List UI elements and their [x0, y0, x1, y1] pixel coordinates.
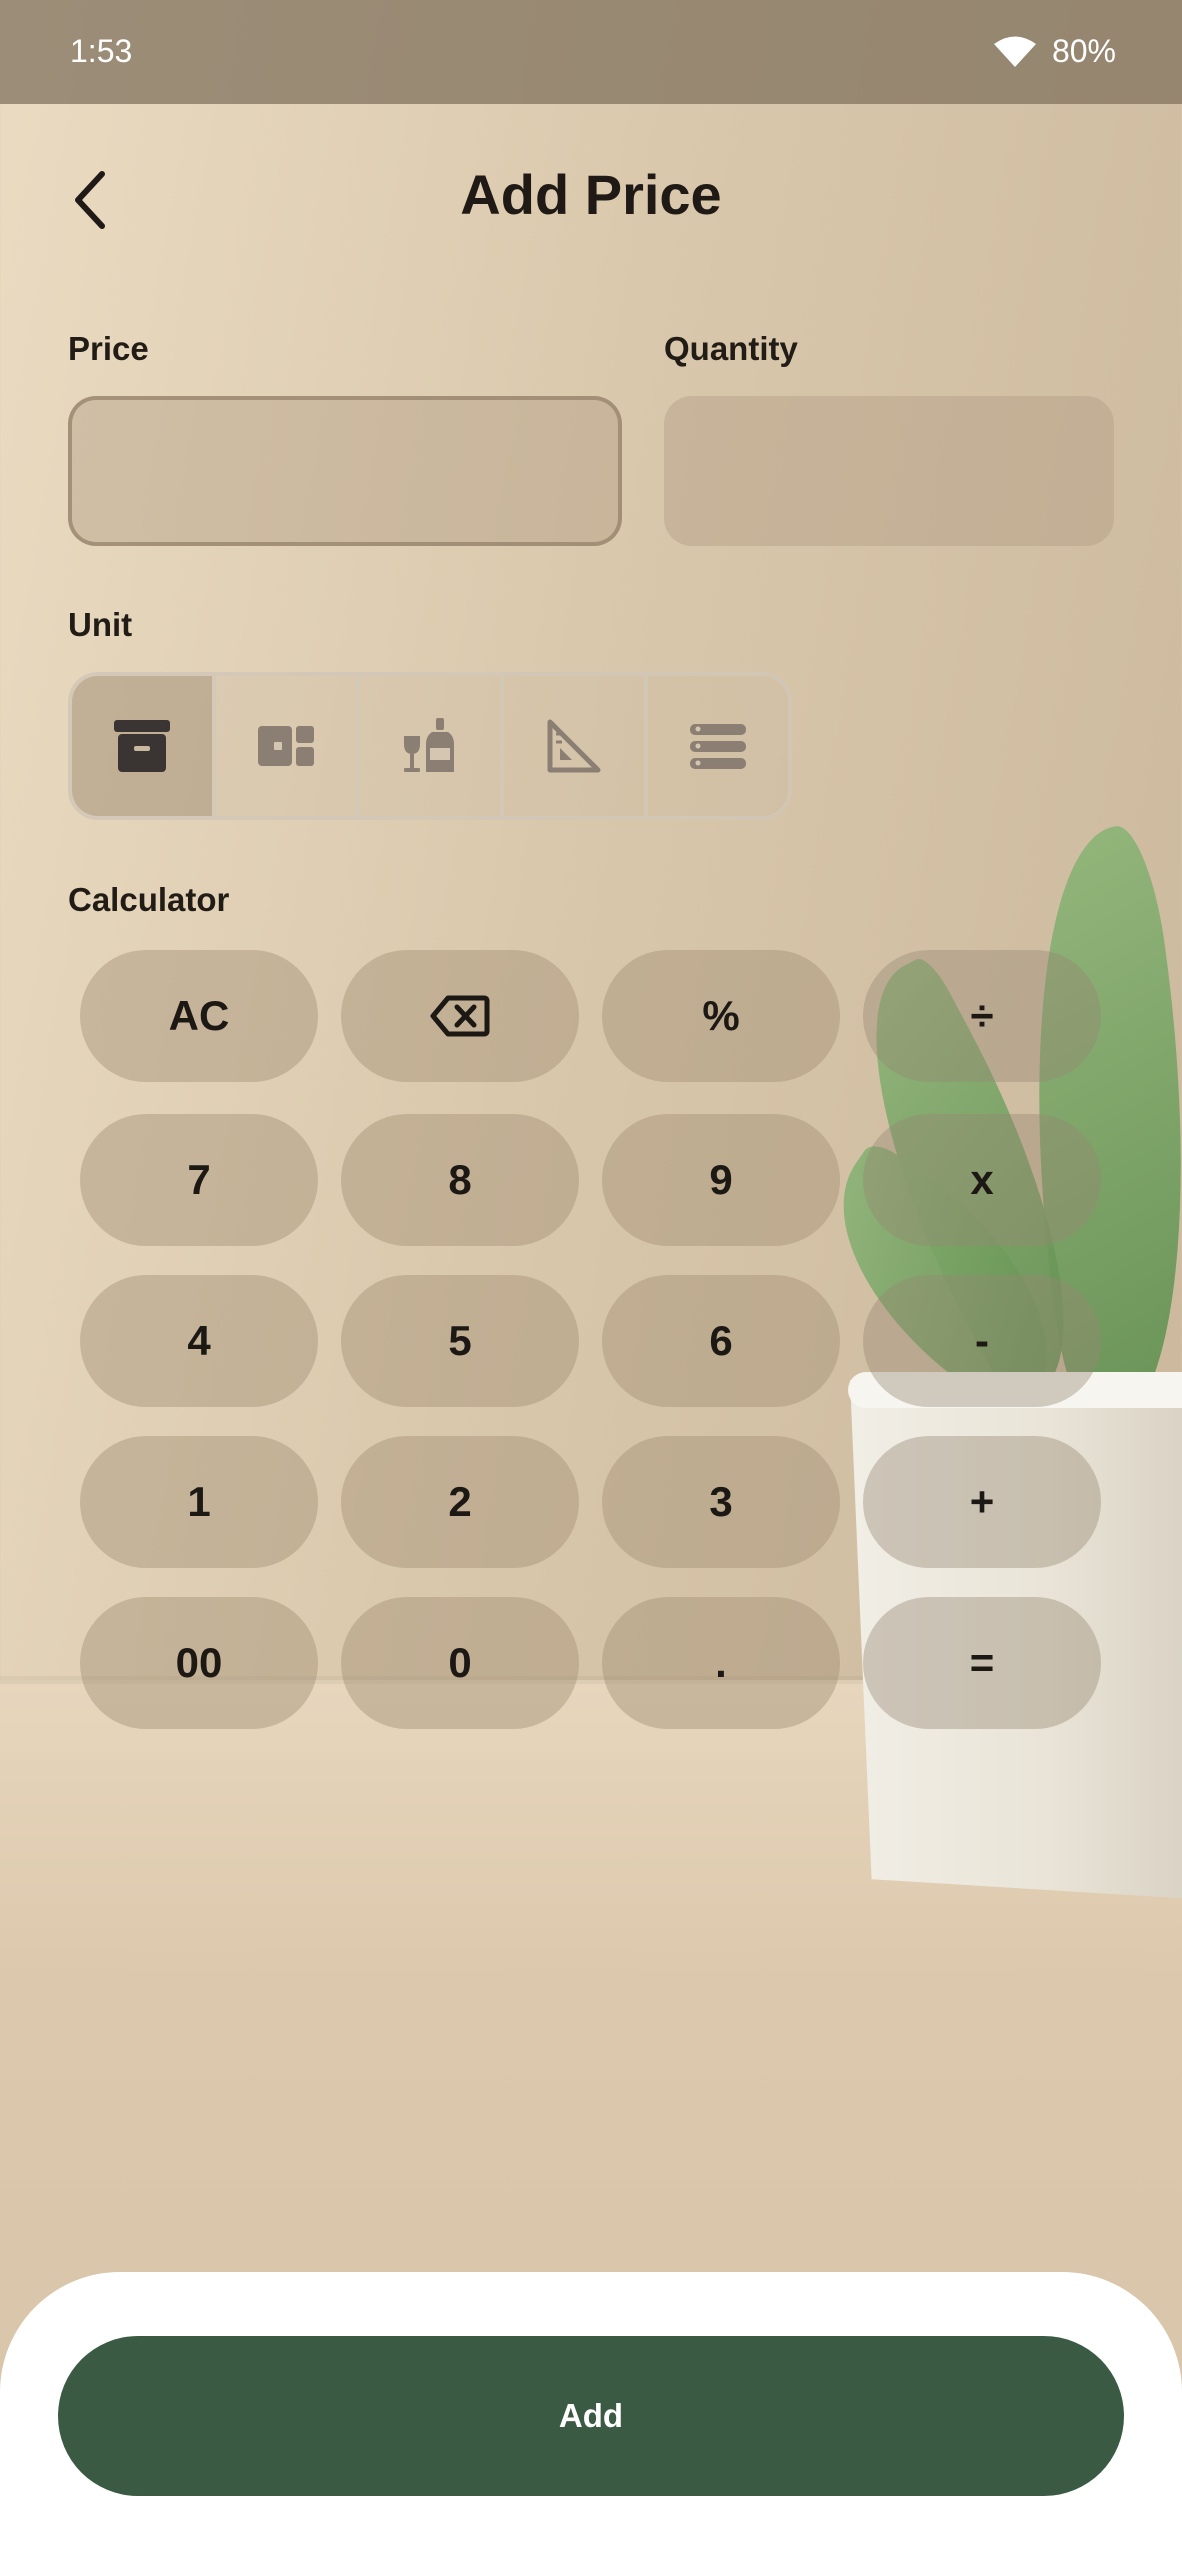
- calc-key-0[interactable]: 0: [341, 1597, 579, 1729]
- calc-key-percent[interactable]: %: [602, 950, 840, 1082]
- unit-option-package[interactable]: [212, 676, 356, 816]
- quantity-label: Quantity: [664, 330, 798, 367]
- calc-key-5[interactable]: 5: [341, 1275, 579, 1407]
- add-button[interactable]: Add: [58, 2336, 1124, 2496]
- calc-key-3[interactable]: 3: [602, 1436, 840, 1568]
- unit-label: Unit: [68, 606, 133, 643]
- page-title: Add Price: [460, 163, 722, 226]
- unit-option-measure[interactable]: [500, 676, 644, 816]
- calc-key-2[interactable]: 2: [341, 1436, 579, 1568]
- calc-key-backspace[interactable]: [341, 950, 579, 1082]
- wifi-icon: [993, 36, 1036, 67]
- calc-key-multiply[interactable]: x: [863, 1114, 1101, 1246]
- calc-key-1[interactable]: 1: [80, 1436, 318, 1568]
- calc-key-equals[interactable]: =: [863, 1597, 1101, 1729]
- package-icon: [258, 726, 314, 766]
- calc-key-6[interactable]: 6: [602, 1275, 840, 1407]
- bottles-icon: [404, 718, 454, 772]
- status-bar: 1:53 80%: [0, 0, 1182, 104]
- ruler-triangle-icon: [547, 719, 601, 773]
- calc-key-double-zero[interactable]: 00: [80, 1597, 318, 1729]
- unit-selector: [68, 672, 792, 820]
- calc-key-subtract[interactable]: -: [863, 1275, 1101, 1407]
- unit-option-box[interactable]: [72, 676, 212, 816]
- price-field[interactable]: [68, 396, 622, 546]
- calc-key-divide[interactable]: ÷: [863, 950, 1101, 1082]
- box-icon: [114, 720, 170, 772]
- list-icon: [690, 724, 746, 769]
- backspace-icon: [430, 995, 490, 1037]
- quantity-input[interactable]: [664, 396, 1114, 546]
- price-input[interactable]: [72, 400, 618, 542]
- battery-level: 80%: [1051, 33, 1116, 69]
- calculator-label: Calculator: [68, 881, 230, 918]
- status-time: 1:53: [70, 33, 133, 69]
- unit-option-list[interactable]: [644, 676, 788, 816]
- quantity-field[interactable]: [664, 396, 1114, 546]
- calc-key-7[interactable]: 7: [80, 1114, 318, 1246]
- calc-key-decimal[interactable]: .: [602, 1597, 840, 1729]
- calc-key-9[interactable]: 9: [602, 1114, 840, 1246]
- calc-key-clear[interactable]: AC: [80, 950, 318, 1082]
- calc-key-8[interactable]: 8: [341, 1114, 579, 1246]
- calc-key-4[interactable]: 4: [80, 1275, 318, 1407]
- calc-key-add[interactable]: +: [863, 1436, 1101, 1568]
- price-label: Price: [68, 330, 149, 367]
- unit-option-bottles[interactable]: [356, 676, 500, 816]
- status-right: 80%: [992, 33, 1116, 70]
